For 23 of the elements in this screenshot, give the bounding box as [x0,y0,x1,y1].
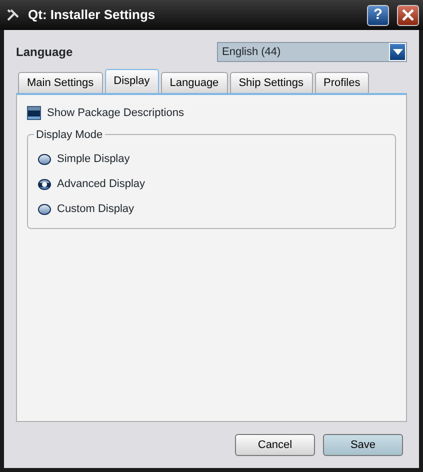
caret-icon [392,49,402,55]
radio-button[interactable] [38,154,51,164]
tab[interactable]: Main Settings [18,72,103,93]
tab[interactable]: Profiles [314,72,370,93]
save-button[interactable]: Save [323,434,403,456]
radio-label: Custom Display [57,202,134,217]
tab[interactable]: Language [160,72,228,93]
tab[interactable]: Ship Settings [230,72,313,93]
radio-label: Advanced Display [57,176,146,192]
help-button[interactable]: ? [367,4,389,26]
radio-button[interactable] [38,204,51,214]
radio-label: Simple Display [57,152,130,167]
radio-button[interactable] [38,178,51,190]
language-dropdown[interactable]: English (44) [217,42,407,62]
tab[interactable]: Display [104,69,159,93]
close-icon [402,9,414,21]
close-button[interactable] [397,4,419,26]
tools-icon [6,8,20,22]
cancel-button[interactable]: Cancel [235,434,315,456]
language-label: Language [16,44,73,61]
checkbox-label: Show Package Descriptions [47,106,184,121]
window-title: Qt: Installer Settings [28,6,156,24]
checkbox[interactable] [27,106,41,120]
